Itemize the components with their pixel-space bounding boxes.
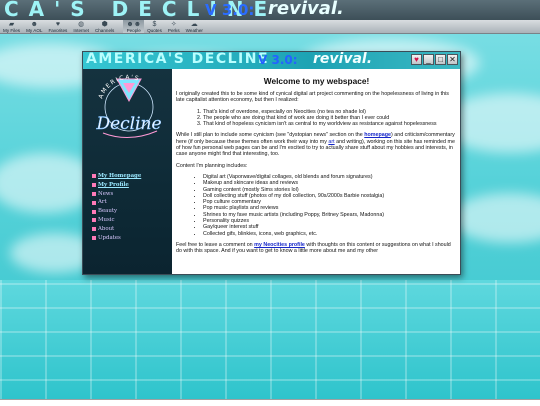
perks-icon: ✧ — [170, 21, 177, 28]
toolbar-label: Favorites — [48, 28, 68, 33]
bullet-icon — [92, 209, 96, 214]
background-floor — [0, 280, 540, 405]
bullet-icon — [92, 227, 96, 232]
sidebar-item-beauty[interactable]: Beauty — [92, 207, 141, 216]
dollar-icon: $ — [152, 21, 157, 28]
people-icon: ☻☻ — [126, 21, 142, 28]
bullet-icon — [92, 191, 96, 196]
banner-version: V 3.0: — [205, 1, 255, 19]
close-button[interactable]: ✕ — [447, 54, 458, 65]
main-window: AMERICA'S DECLINE V 3.0: revival. ♥ _ □ … — [82, 51, 461, 275]
page-title: Welcome to my webspace! — [263, 76, 370, 86]
toolbar-my-files[interactable]: ▰ My Files — [0, 20, 23, 33]
neocities-profile-link[interactable]: my Neocities profile — [254, 242, 305, 248]
toolbar-my-aol[interactable]: ☻ My AOL — [23, 20, 45, 33]
sidebar-item-art[interactable]: Art — [92, 198, 141, 207]
sidebar-item-label: News — [98, 190, 114, 197]
sidebar-item-music[interactable]: Music — [92, 216, 141, 225]
toolbar-label: People — [126, 28, 141, 33]
sidebar-item-label: Beauty — [98, 208, 118, 215]
toolbar-label: Channels — [94, 28, 115, 33]
intro-paragraph: I originally created this to be some kin… — [176, 91, 449, 104]
bullet-icon — [92, 183, 96, 188]
top-banner: CA'S DECLINE V 3.0: revival. — [0, 0, 540, 20]
sidebar-item-label: My Homepage — [98, 173, 142, 179]
toolbar-internet[interactable]: ◍ Internet — [70, 20, 92, 33]
toolbar-label: Weather — [185, 28, 203, 33]
homepage-link[interactable]: homepage — [364, 132, 391, 138]
aol-toolbar: ▰ My Files ☻ My AOL ♥ Favorites ◍ Intern… — [0, 20, 540, 34]
toolbar-quotes[interactable]: $ Quotes — [144, 20, 165, 33]
window-title: AMERICA'S DECLINE — [86, 52, 270, 67]
sidebar-item-updates[interactable]: Updates — [92, 234, 141, 243]
people-icon: ☻ — [30, 21, 38, 28]
sidebar-item-homepage[interactable]: My Homepage — [92, 172, 141, 181]
window-revival: revival. — [313, 52, 373, 67]
globe-icon: ◍ — [78, 21, 85, 28]
toolbar-label: My Files — [3, 28, 21, 33]
main-content: Welcome to my webspace! I originally cre… — [176, 69, 457, 273]
sidebar-item-label: Updates — [98, 234, 121, 241]
sidebar-item-about[interactable]: About — [92, 225, 141, 234]
toolbar-channels[interactable]: ⬢ Channels — [92, 20, 117, 33]
toolbar-people[interactable]: ☻☻ People — [123, 20, 145, 33]
bullet-icon — [92, 174, 96, 179]
toolbar-weather[interactable]: ☁ Weather — [183, 20, 206, 33]
heart-icon[interactable]: ♥ — [411, 54, 422, 65]
realizations-list: That's kind of overdone, especially on N… — [176, 109, 457, 128]
sidebar: AMERICA'S Decline My Homepage My Profile… — [83, 69, 172, 274]
list-item: Collected gifs, blinkies, icons, web gra… — [203, 231, 457, 237]
sidebar-nav: My Homepage My Profile News Art Beauty M… — [92, 172, 141, 242]
heart-icon: ♥ — [55, 21, 60, 28]
toolbar-label: Internet — [73, 28, 89, 33]
sidebar-item-profile[interactable]: My Profile — [92, 181, 141, 190]
comment-paragraph: Feel free to leave a comment on my Neoci… — [176, 242, 457, 255]
planning-list: Digital art (Vaporwave/digital collages,… — [176, 174, 457, 237]
bullet-icon — [92, 235, 96, 240]
sidebar-item-label: Music — [98, 216, 115, 223]
toolbar-favorites[interactable]: ♥ Favorites — [45, 20, 70, 33]
bullet-icon — [92, 200, 96, 205]
minimize-button[interactable]: _ — [423, 54, 434, 65]
window-controls: ♥ _ □ ✕ — [411, 54, 458, 65]
window-version: V 3.0: — [258, 53, 298, 67]
window-titlebar[interactable]: AMERICA'S DECLINE V 3.0: revival. ♥ _ □ … — [83, 52, 460, 69]
toolbar-label: Perks — [167, 28, 180, 33]
banner-revival: revival. — [268, 0, 344, 19]
sidebar-item-label: My Profile — [98, 181, 129, 188]
toolbar-perks[interactable]: ✧ Perks — [165, 20, 183, 33]
logo-script: Decline — [95, 114, 161, 134]
list-item: That kind of hopeless cynicism isn't as … — [203, 121, 457, 127]
channels-icon: ⬢ — [101, 21, 108, 28]
weather-icon: ☁ — [190, 21, 198, 28]
toolbar-label: Quotes — [147, 28, 162, 33]
text-span: While I still plan to include some cynic… — [176, 132, 365, 139]
sidebar-item-label: Art — [98, 199, 107, 206]
sidebar-item-label: About — [98, 225, 115, 232]
americas-decline-logo: AMERICA'S Decline — [95, 74, 162, 138]
bullet-icon — [92, 218, 96, 223]
maximize-button[interactable]: □ — [435, 54, 446, 65]
text-span: Feel free to leave a comment on — [176, 241, 255, 248]
sidebar-item-news[interactable]: News — [92, 190, 141, 199]
planning-intro: Content I'm planning includes: — [176, 162, 248, 169]
cynicism-paragraph: While I still plan to include some cynic… — [176, 132, 457, 157]
folder-icon: ▰ — [8, 21, 15, 28]
toolbar-label: My AOL — [26, 28, 43, 33]
